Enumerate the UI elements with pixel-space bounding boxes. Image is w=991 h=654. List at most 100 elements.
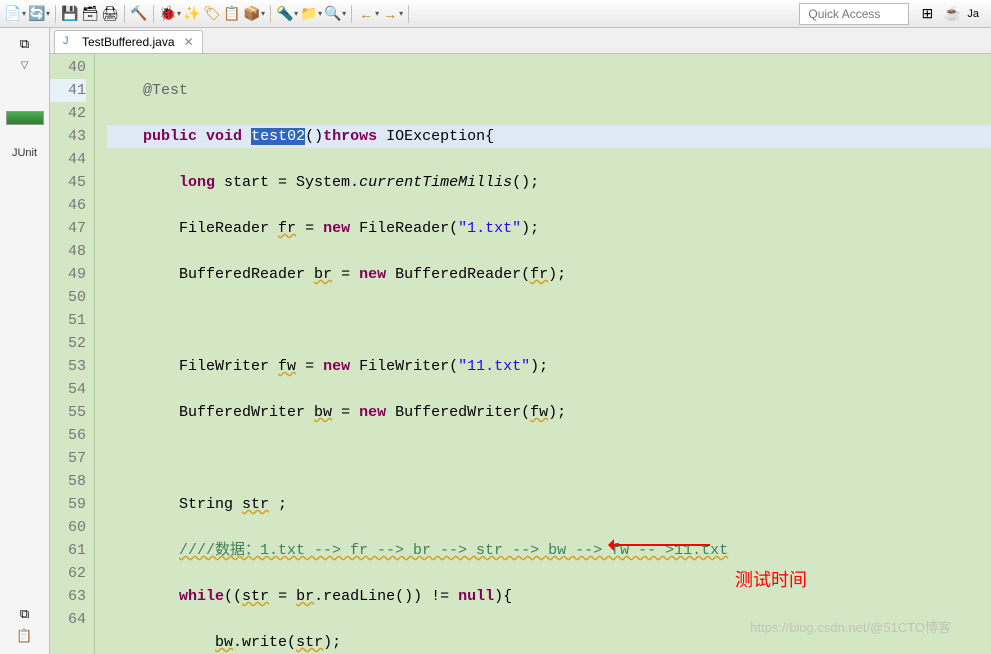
back-icon[interactable]: ←: [357, 5, 375, 23]
txt: ();: [512, 174, 539, 191]
txt: );: [548, 404, 566, 421]
chevron-down-icon[interactable]: ▾: [375, 9, 379, 18]
method: currentTimeMillis: [359, 174, 512, 191]
minimize-icon[interactable]: ▽: [21, 60, 29, 71]
build-icon[interactable]: 🔨: [130, 5, 148, 23]
close-icon[interactable]: ✕: [184, 35, 194, 49]
folder-icon[interactable]: 📁: [300, 5, 318, 23]
tab-bar: J TestBuffered.java ✕: [50, 28, 991, 54]
var: bw: [215, 634, 233, 651]
save-all-icon[interactable]: 🗃: [81, 5, 99, 23]
line-number: 64: [50, 608, 86, 631]
debug-icon[interactable]: 🐞: [159, 5, 177, 23]
var: str: [296, 634, 323, 651]
code-content[interactable]: @Test public void test02()throws IOExcep…: [95, 54, 991, 654]
kw: public: [143, 128, 197, 145]
var: fw: [530, 404, 548, 421]
var: fw: [278, 358, 296, 375]
line-number: 63: [50, 585, 86, 608]
line-number: 61: [50, 539, 86, 562]
chevron-down-icon[interactable]: ▾: [318, 9, 322, 18]
kw: null: [458, 588, 494, 605]
quick-access-input[interactable]: [799, 3, 909, 25]
chevron-down-icon[interactable]: ▾: [294, 9, 298, 18]
chevron-down-icon[interactable]: ▾: [22, 9, 26, 18]
save-icon[interactable]: 💾: [61, 5, 79, 23]
line-number: 52: [50, 332, 86, 355]
code-area[interactable]: 40 41 42 43 44 45 46 47 48 49 50 51 52 5…: [50, 54, 991, 654]
junit-progress[interactable]: [6, 111, 44, 125]
junit-view[interactable]: JUnit: [12, 147, 37, 159]
editor-tab[interactable]: J TestBuffered.java ✕: [54, 30, 203, 53]
line-number: 50: [50, 286, 86, 309]
wand-icon[interactable]: ✨: [183, 5, 201, 23]
line-number: 54: [50, 378, 86, 401]
restore-icon[interactable]: ⧉: [16, 36, 34, 52]
print-icon[interactable]: 🖨: [101, 5, 119, 23]
chevron-down-icon[interactable]: ▾: [177, 9, 181, 18]
line-gutter: 40 41 42 43 44 45 46 47 48 49 50 51 52 5…: [50, 54, 95, 654]
txt: .write(: [233, 634, 296, 651]
line-number: 51: [50, 309, 86, 332]
txt: BufferedWriter: [179, 404, 314, 421]
txt: );: [530, 358, 548, 375]
watermark: https://blog.csdn.net/@51CTO博客: [750, 617, 951, 636]
box-icon[interactable]: 📦: [243, 5, 261, 23]
kw: throws: [323, 128, 377, 145]
txt: ((: [224, 588, 242, 605]
chevron-down-icon[interactable]: ▾: [46, 9, 50, 18]
chevron-down-icon[interactable]: ▾: [261, 9, 265, 18]
separator: [270, 5, 271, 23]
txt: (): [305, 128, 323, 145]
txt: );: [548, 266, 566, 283]
line-number: 48: [50, 240, 86, 263]
list-icon[interactable]: 📋: [223, 5, 241, 23]
line-number: 56: [50, 424, 86, 447]
separator: [124, 5, 125, 23]
line-number: 53: [50, 355, 86, 378]
txt: ){: [494, 588, 512, 605]
chevron-down-icon[interactable]: ▾: [342, 9, 346, 18]
separator: [408, 5, 409, 23]
line-number: 41: [50, 79, 86, 102]
line-number: 59: [50, 493, 86, 516]
refresh-icon[interactable]: 🔄: [28, 5, 46, 23]
line-number: 49: [50, 263, 86, 286]
txt: =: [269, 588, 296, 605]
open-perspective-icon[interactable]: ⊞: [917, 4, 937, 24]
kw: new: [323, 358, 350, 375]
line-number: 40: [50, 56, 86, 79]
toolbar: 📄 ▾ 🔄 ▾ 💾 🗃 🖨 🔨 🐞 ▾ ✨ 🏷 📋 📦 ▾ 🔦 ▾ 📁 ▾ 🔍 …: [0, 0, 991, 28]
annotation: @Test: [143, 82, 188, 99]
str: "11.txt": [458, 358, 530, 375]
txt: );: [323, 634, 341, 651]
selection: test02: [251, 128, 305, 145]
kw: new: [359, 266, 386, 283]
tag-icon[interactable]: 🏷: [203, 5, 221, 23]
txt: );: [521, 220, 539, 237]
txt: start = System.: [215, 174, 359, 191]
chevron-down-icon[interactable]: ▾: [399, 9, 403, 18]
line-number: 43: [50, 125, 86, 148]
forward-icon[interactable]: →: [381, 5, 399, 23]
java-perspective-button[interactable]: ☕: [942, 4, 962, 24]
txt: String: [179, 496, 242, 513]
perspective-switcher: ⊞ ☕ Ja: [917, 4, 987, 24]
txt: FileWriter(: [350, 358, 458, 375]
flashlight-icon[interactable]: 🔦: [276, 5, 294, 23]
txt: =: [296, 220, 323, 237]
separator: [153, 5, 154, 23]
separator: [55, 5, 56, 23]
txt: BufferedReader(: [386, 266, 530, 283]
txt: =: [332, 404, 359, 421]
txt: =: [296, 358, 323, 375]
outline-icon[interactable]: 📋: [16, 628, 34, 644]
txt: FileWriter: [179, 358, 278, 375]
separator: [351, 5, 352, 23]
txt: FileReader(: [350, 220, 458, 237]
search-icon[interactable]: 🔍: [324, 5, 342, 23]
line-number: 44: [50, 148, 86, 171]
tab-filename: TestBuffered.java: [82, 35, 175, 49]
new-icon[interactable]: 📄: [4, 5, 22, 23]
structure-icon[interactable]: ⧉: [16, 606, 34, 622]
